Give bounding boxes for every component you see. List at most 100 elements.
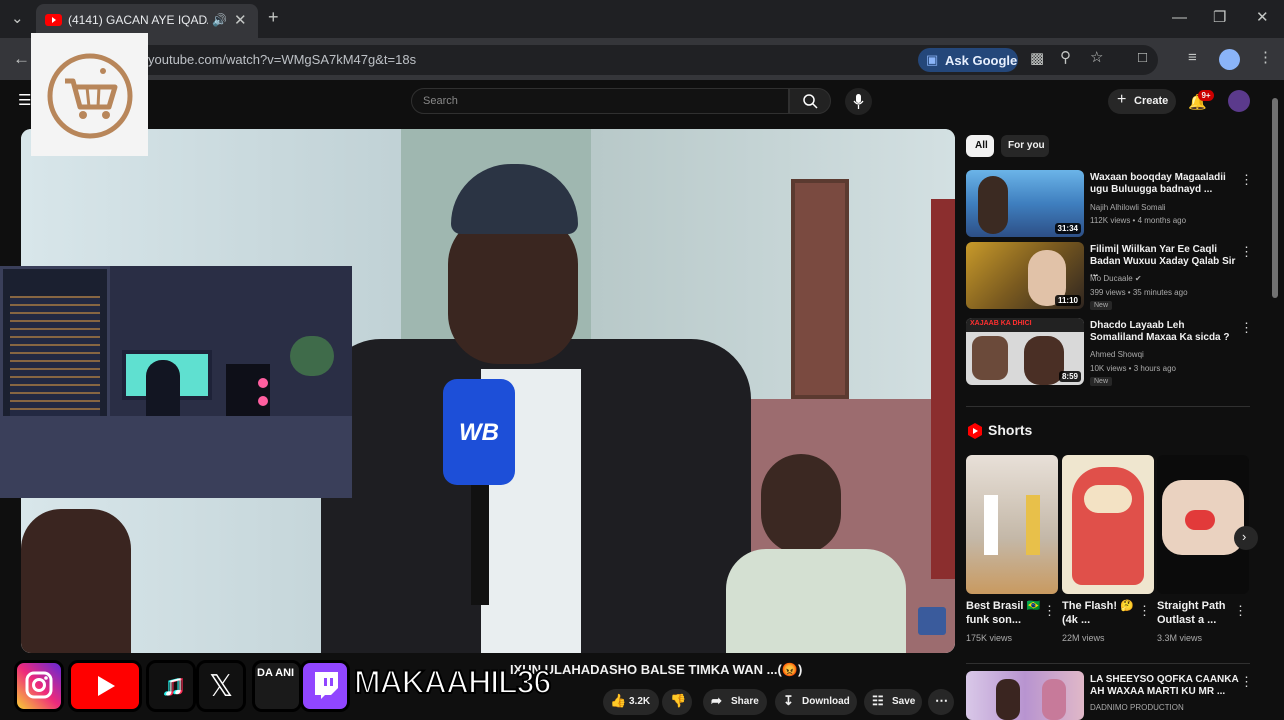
download-icon: ↧ — [783, 693, 794, 708]
rec-menu-icon[interactable]: ⋮ — [1240, 321, 1253, 334]
chip-for-you[interactable]: For you — [1001, 135, 1049, 157]
shorts-logo-icon — [968, 423, 982, 439]
thumbs-up-icon: 👍 — [610, 693, 627, 708]
tiktok-icon: ♫ — [162, 669, 185, 702]
rec-meta: 10K views • 3 hours ago — [1090, 364, 1176, 373]
tab-search-icon[interactable]: ⌄ — [11, 11, 24, 27]
channel-avatar[interactable] — [1228, 90, 1250, 112]
streamer-room-overlay — [0, 266, 352, 498]
share-button[interactable]: ➦ Share — [703, 689, 767, 715]
chip-for-you-label: For you — [1008, 140, 1045, 151]
mic-flag-logo: WB — [459, 419, 499, 446]
save-button[interactable]: ☷ Save — [864, 689, 922, 715]
extensions-icon[interactable]: □ — [1138, 50, 1147, 66]
divider — [966, 406, 1250, 407]
ask-google-button[interactable]: ▣ Ask Google — [918, 48, 1018, 72]
short-title[interactable]: Best Brasil 🇧🇷 funk son... — [966, 599, 1046, 627]
social-icon-x: 𝕏 — [196, 660, 246, 712]
more-actions-button[interactable]: ⋯ — [928, 689, 954, 715]
rec-menu-icon[interactable]: ⋮ — [1240, 173, 1253, 186]
restore-icon[interactable]: ❐ — [1213, 10, 1226, 26]
rec-thumbnail[interactable]: 11:10 — [966, 242, 1084, 309]
channel-watermark[interactable] — [918, 607, 946, 635]
rec-channel[interactable]: DADNIMO PRODUCTION — [1090, 702, 1184, 713]
youtube-favicon-icon — [45, 14, 62, 26]
create-button[interactable]: + Create — [1108, 89, 1176, 114]
close-icon[interactable]: ✕ — [1256, 10, 1269, 26]
new-tab-button[interactable]: + — [268, 8, 279, 26]
rec-title[interactable]: Dhacdo Layaab Leh Somaliland Maxaa Ka si… — [1090, 320, 1236, 344]
rec-meta: 399 views • 35 minutes ago — [1090, 288, 1188, 297]
rec-menu-icon[interactable]: ⋮ — [1240, 675, 1253, 688]
chip-all-label: All — [975, 140, 988, 151]
rec-meta: 112K views • 4 months ago — [1090, 216, 1187, 225]
google-lens-icon: ▣ — [926, 52, 939, 67]
short-card[interactable] — [1062, 455, 1154, 594]
video-duration: 8:59 — [1058, 371, 1081, 382]
search-placeholder: Search — [423, 95, 458, 107]
shorts-next-button[interactable]: › — [1234, 526, 1258, 550]
verified-check-icon: ✔ — [1134, 274, 1142, 283]
rec-channel[interactable]: Najih Alhilowli Somali — [1090, 202, 1166, 213]
social-icon-instagram — [14, 660, 64, 712]
download-button[interactable]: ↧ Download — [775, 689, 857, 715]
video-duration: 11:10 — [1054, 295, 1081, 306]
share-label: Share — [731, 696, 759, 707]
short-menu-icon[interactable]: ⋮ — [1234, 604, 1247, 617]
back-icon[interactable]: ← — [13, 50, 30, 67]
short-menu-icon[interactable]: ⋮ — [1138, 604, 1151, 617]
instagram-icon — [25, 671, 53, 699]
chip-all[interactable]: All — [966, 135, 994, 157]
social-icon-twitch — [300, 660, 350, 712]
new-badge: New — [1090, 377, 1113, 386]
dislike-button[interactable]: 👎 — [662, 689, 692, 715]
shorts-heading: Shorts — [988, 422, 1033, 438]
short-card[interactable] — [966, 455, 1058, 594]
rec-title[interactable]: LA SHEEYSO QOFKA CAANKA AH WAXAA MARTI K… — [1090, 674, 1240, 698]
social-icon-youtube — [68, 660, 142, 712]
zoom-icon[interactable]: ⚲ — [1060, 50, 1071, 66]
rec-thumbnail[interactable]: 31:34 — [966, 170, 1084, 237]
page-scrollbar[interactable] — [1272, 98, 1278, 298]
short-title[interactable]: Straight Path Outlast a ... — [1157, 599, 1237, 627]
short-menu-icon[interactable]: ⋮ — [1043, 604, 1056, 617]
partial-text: DA ANI — [257, 667, 295, 679]
rec-channel[interactable]: Mo Ducaale ✔ — [1090, 273, 1142, 284]
rec-channel[interactable]: Ahmed Showqi — [1090, 349, 1144, 360]
cast-icon[interactable]: ▩ — [1030, 51, 1044, 67]
x-icon: 𝕏 — [209, 670, 234, 703]
rec-menu-icon[interactable]: ⋮ — [1240, 245, 1253, 258]
like-button[interactable]: 👍 3.2K — [603, 689, 659, 715]
notification-badge: 9+ — [1198, 90, 1214, 101]
rec-title[interactable]: Waxaan booqday Magaaladii ugu Buluugga b… — [1090, 172, 1236, 196]
tab-close-icon[interactable]: ✕ — [234, 11, 247, 29]
short-views: 175K views — [966, 633, 1013, 643]
thumbs-down-icon: 👎 — [670, 693, 687, 708]
search-input[interactable]: Search — [411, 88, 789, 114]
voice-search-button[interactable] — [845, 88, 872, 115]
short-card[interactable] — [1157, 455, 1249, 594]
search-button[interactable] — [789, 88, 831, 114]
short-views: 3.3M views — [1157, 633, 1203, 643]
minimize-icon[interactable]: — — [1172, 10, 1187, 26]
plus-icon: + — [1117, 91, 1127, 108]
create-label: Create — [1134, 95, 1169, 107]
shop-logo — [31, 33, 148, 156]
ask-google-label: Ask Google — [945, 53, 1018, 68]
video-duration: 31:34 — [1054, 223, 1081, 234]
chevron-right-icon: › — [1242, 529, 1247, 544]
hamburger-menu-icon[interactable]: ☰ — [18, 93, 31, 109]
streamer-handle: MAKAAHIL36 — [353, 663, 552, 701]
shopping-cart-icon — [47, 53, 133, 139]
short-title[interactable]: The Flash! 🤔 (4k ... — [1062, 599, 1142, 627]
media-controls-icon[interactable]: ≡ — [1188, 50, 1197, 66]
rec-thumbnail[interactable]: XAJAAB KA DHICI 8:59 — [966, 318, 1084, 385]
rec-thumbnail[interactable] — [966, 671, 1084, 720]
bookmark-star-icon[interactable]: ☆ — [1090, 50, 1103, 66]
social-icon-tiktok: ♫ — [146, 660, 196, 712]
new-badge: New — [1090, 301, 1113, 310]
url-text[interactable]: youtube.com/watch?v=WMgSA7kM47g&t=18s — [148, 52, 416, 67]
profile-avatar[interactable] — [1219, 49, 1240, 70]
chrome-menu-icon[interactable]: ⋮ — [1258, 50, 1273, 66]
audio-playing-icon[interactable]: 🔊 — [212, 13, 227, 27]
